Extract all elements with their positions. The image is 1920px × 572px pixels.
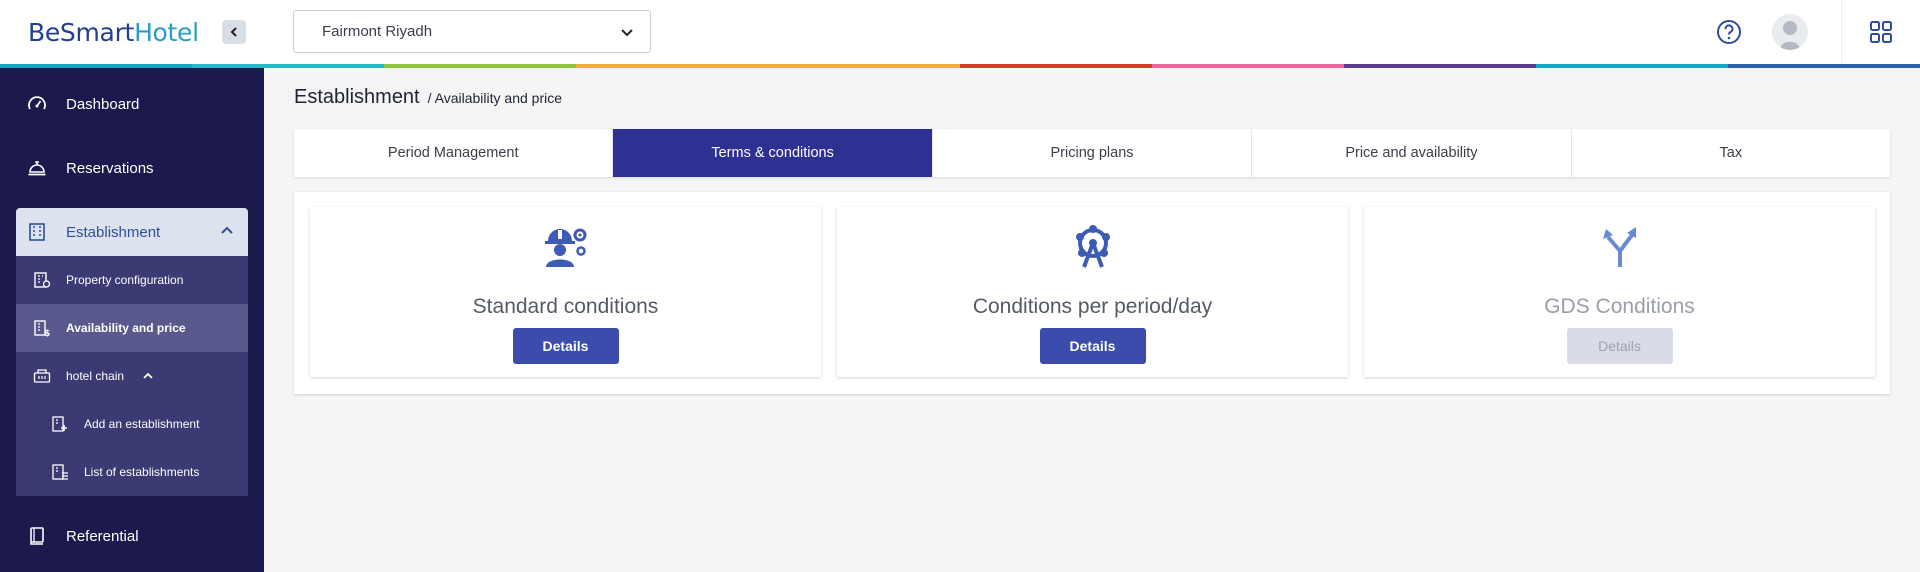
stripe-segment bbox=[384, 64, 576, 68]
sidebar-item-reservations[interactable]: Reservations bbox=[16, 144, 248, 192]
stripe-segment bbox=[1728, 64, 1920, 68]
stripe-segment bbox=[960, 64, 1152, 68]
submenu-item-label: Add an establishment bbox=[84, 417, 200, 431]
app-logo[interactable]: BeSmartHotel bbox=[28, 18, 199, 47]
stripe-segment bbox=[1152, 64, 1344, 68]
stripe-segment bbox=[768, 64, 960, 68]
building-settings-icon bbox=[32, 270, 52, 290]
tab-pricing-plans[interactable]: Pricing plans bbox=[933, 129, 1253, 177]
building-list-icon bbox=[50, 462, 70, 482]
building-price-icon: $ bbox=[32, 318, 52, 338]
sidebar-item-label: Referential bbox=[66, 527, 139, 545]
sidebar-item-label: Dashboard bbox=[66, 95, 140, 113]
submenu-item-label: Property configuration bbox=[66, 273, 184, 287]
hotel-chain-icon bbox=[32, 366, 52, 386]
stripe-segment bbox=[576, 64, 768, 68]
tab-bar: Period Management Terms & conditions Pri… bbox=[294, 129, 1890, 177]
tab-tax[interactable]: Tax bbox=[1572, 129, 1890, 177]
header-divider bbox=[1841, 0, 1842, 64]
stripe-segment bbox=[1344, 64, 1536, 68]
submenu-item-add-establishment[interactable]: Add an establishment bbox=[16, 400, 248, 448]
user-silhouette-icon bbox=[1780, 21, 1800, 50]
chevron-up-icon bbox=[221, 226, 233, 234]
submenu-item-label: hotel chain bbox=[66, 369, 125, 383]
breadcrumb-current: / Availability and price bbox=[427, 90, 562, 106]
conditions-per-period-details-button[interactable]: Details bbox=[1039, 328, 1146, 364]
sidebar-item-dashboard[interactable]: Dashboard bbox=[16, 80, 248, 128]
submenu-item-hotel-chain[interactable]: hotel chain bbox=[16, 352, 248, 400]
sidebar-item-label: Reservations bbox=[66, 159, 154, 177]
hotel-select-value: Fairmont Riyadh bbox=[322, 23, 433, 40]
chevron-down-icon bbox=[621, 29, 633, 37]
sidebar-collapse-button[interactable] bbox=[222, 20, 246, 44]
establishment-submenu: Property configuration $ Availability an… bbox=[16, 256, 248, 496]
sidebar-item-establishment[interactable]: Establishment bbox=[16, 208, 248, 256]
concierge-bell-icon bbox=[26, 157, 48, 179]
breadcrumb: Establishment / Availability and price bbox=[294, 86, 562, 109]
help-icon[interactable] bbox=[1716, 19, 1742, 45]
worker-gear-icon bbox=[542, 225, 590, 269]
building-icon bbox=[26, 221, 48, 243]
conditions-panel: Standard conditions Details Conditions p… bbox=[294, 192, 1890, 394]
card-standard-conditions: Standard conditions Details bbox=[310, 207, 821, 377]
chevron-up-icon bbox=[143, 372, 153, 379]
building-add-icon bbox=[50, 414, 70, 434]
chevron-left-icon bbox=[230, 27, 237, 37]
card-gds-conditions: GDS Conditions Details bbox=[1364, 207, 1875, 377]
card-title: Standard conditions bbox=[472, 295, 659, 318]
submenu-item-list-of-establishments[interactable]: List of establishments bbox=[16, 448, 248, 496]
sidebar-item-referential[interactable]: Referential bbox=[16, 512, 248, 560]
tab-price-availability[interactable]: Price and availability bbox=[1252, 129, 1572, 177]
tab-terms-conditions[interactable]: Terms & conditions bbox=[613, 129, 933, 177]
logo-text-hotel: Hotel bbox=[134, 18, 199, 47]
header-color-stripe bbox=[0, 64, 1920, 68]
apps-grid-icon[interactable] bbox=[1870, 21, 1892, 43]
tab-period-management[interactable]: Period Management bbox=[294, 129, 614, 177]
card-title: GDS Conditions bbox=[1544, 295, 1695, 318]
submenu-item-label: Availability and price bbox=[66, 321, 186, 335]
card-title: Conditions per period/day bbox=[972, 295, 1213, 318]
hotel-select[interactable]: Fairmont Riyadh bbox=[293, 10, 651, 53]
gds-conditions-details-button: Details bbox=[1566, 328, 1673, 364]
ferris-wheel-icon bbox=[1069, 225, 1117, 269]
submenu-item-availability-and-price[interactable]: $ Availability and price bbox=[16, 304, 248, 352]
user-avatar[interactable] bbox=[1772, 14, 1808, 50]
stripe-segment bbox=[1536, 64, 1728, 68]
submenu-item-property-configuration[interactable]: Property configuration bbox=[16, 256, 248, 304]
sidebar: Dashboard Reservations Establishment Pro… bbox=[0, 68, 264, 572]
logo-text-besmart: BeSmart bbox=[28, 18, 135, 47]
card-conditions-per-period: Conditions per period/day Details bbox=[837, 207, 1348, 377]
page-title: Establishment bbox=[294, 86, 420, 108]
sidebar-item-label: Establishment bbox=[66, 223, 161, 241]
book-icon bbox=[26, 525, 48, 547]
speedometer-icon bbox=[26, 93, 48, 115]
top-header: BeSmartHotel Fairmont Riyadh bbox=[0, 0, 1920, 64]
split-arrows-icon bbox=[1596, 225, 1644, 269]
standard-conditions-details-button[interactable]: Details bbox=[512, 328, 619, 364]
submenu-item-label: List of establishments bbox=[84, 465, 200, 479]
svg-text:$: $ bbox=[44, 329, 50, 337]
